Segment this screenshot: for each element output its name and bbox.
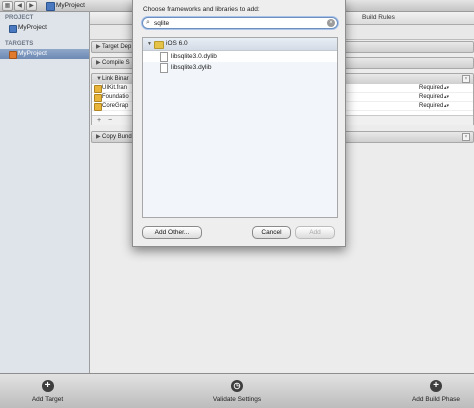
project-icon	[9, 25, 17, 33]
framework-name: Foundatio	[102, 94, 129, 100]
clock-icon: ◷	[231, 380, 243, 392]
phase-label: Target Dep	[102, 44, 132, 50]
breadcrumb[interactable]: MyProject	[56, 2, 85, 9]
folder-icon	[154, 41, 164, 49]
status-select[interactable]: Required	[419, 102, 443, 110]
targets-header: TARGETS	[5, 41, 34, 47]
framework-icon	[94, 94, 102, 102]
list-item[interactable]: libsqlite3.0.dylib	[143, 51, 337, 62]
list-group-ios[interactable]: ▼ iOS 6.0	[143, 38, 337, 51]
sidebar-item-label: MyProject	[18, 50, 47, 57]
add-build-phase-button[interactable]: + Add Build Phase	[402, 374, 470, 408]
framework-icon	[94, 103, 102, 111]
library-list: ▼ iOS 6.0 libsqlite3.0.dylib libsqlite3.…	[142, 37, 338, 218]
search-field[interactable]: ⌕ ×	[142, 17, 338, 29]
plus-icon: +	[41, 380, 54, 392]
add-target-button[interactable]: + Add Target	[20, 374, 75, 408]
phase-label: Link Binar	[102, 76, 129, 82]
clear-search-icon[interactable]: ×	[327, 19, 335, 27]
app-target-icon	[9, 51, 17, 59]
back-button[interactable]: ◀	[14, 1, 25, 11]
stepper-icon[interactable]: ▴▾	[444, 102, 449, 110]
remove-item-button[interactable]: −	[108, 116, 112, 125]
close-icon[interactable]: ×	[462, 133, 470, 141]
add-item-button[interactable]: +	[97, 116, 101, 125]
disclosure-down-icon[interactable]: ▼	[147, 38, 152, 50]
status-select[interactable]: Required	[419, 84, 443, 92]
button-label: Add Target	[31, 396, 64, 403]
search-icon: ⌕	[146, 19, 150, 26]
project-header: PROJECT	[5, 15, 34, 21]
disclosure-right-icon[interactable]: ▶	[96, 58, 101, 68]
list-item[interactable]: libsqlite3.dylib	[143, 62, 337, 73]
framework-name: UIKit.fran	[102, 85, 128, 91]
tab-build-rules[interactable]: Build Rules	[362, 14, 395, 21]
cancel-button[interactable]: Cancel	[252, 226, 291, 239]
phase-label: Copy Bund	[102, 134, 132, 140]
framework-name: CoreGrap	[102, 103, 129, 109]
group-label: iOS 6.0	[166, 40, 188, 47]
phase-label: Compile S	[102, 60, 130, 66]
library-name: libsqlite3.dylib	[171, 64, 212, 71]
close-icon[interactable]: ×	[462, 75, 470, 83]
search-input[interactable]	[154, 18, 324, 28]
button-label: Add Build Phase	[411, 396, 461, 403]
disclosure-right-icon[interactable]: ▶	[96, 132, 101, 142]
related-items-icon[interactable]: ▦	[2, 1, 13, 11]
add-button[interactable]: Add	[295, 226, 335, 239]
sidebar-item-label: MyProject	[18, 24, 47, 31]
plus-icon: +	[430, 380, 442, 392]
sidebar-item-target[interactable]: MyProject	[0, 49, 89, 59]
framework-icon	[94, 85, 102, 93]
bottom-toolbar: + Add Target ◷ Validate Settings + Add B…	[0, 373, 474, 408]
library-name: libsqlite3.0.dylib	[171, 53, 217, 60]
add-frameworks-sheet: Choose frameworks and libraries to add: …	[132, 0, 346, 247]
add-other-button[interactable]: Add Other...	[142, 226, 202, 239]
stepper-icon[interactable]: ▴▾	[444, 84, 449, 92]
sidebar-item-project[interactable]: MyProject	[0, 23, 89, 33]
sheet-title: Choose frameworks and libraries to add:	[143, 6, 260, 13]
disclosure-right-icon[interactable]: ▶	[96, 42, 101, 52]
status-select[interactable]: Required	[419, 93, 443, 101]
validate-settings-button[interactable]: ◷ Validate Settings	[200, 374, 274, 408]
project-sidebar: PROJECT MyProject TARGETS MyProject	[0, 12, 90, 373]
project-icon	[46, 2, 55, 11]
stepper-icon[interactable]: ▴▾	[444, 93, 449, 101]
library-file-icon	[160, 63, 168, 73]
library-file-icon	[160, 52, 168, 62]
button-label: Validate Settings	[212, 396, 262, 403]
forward-button[interactable]: ▶	[26, 1, 37, 11]
